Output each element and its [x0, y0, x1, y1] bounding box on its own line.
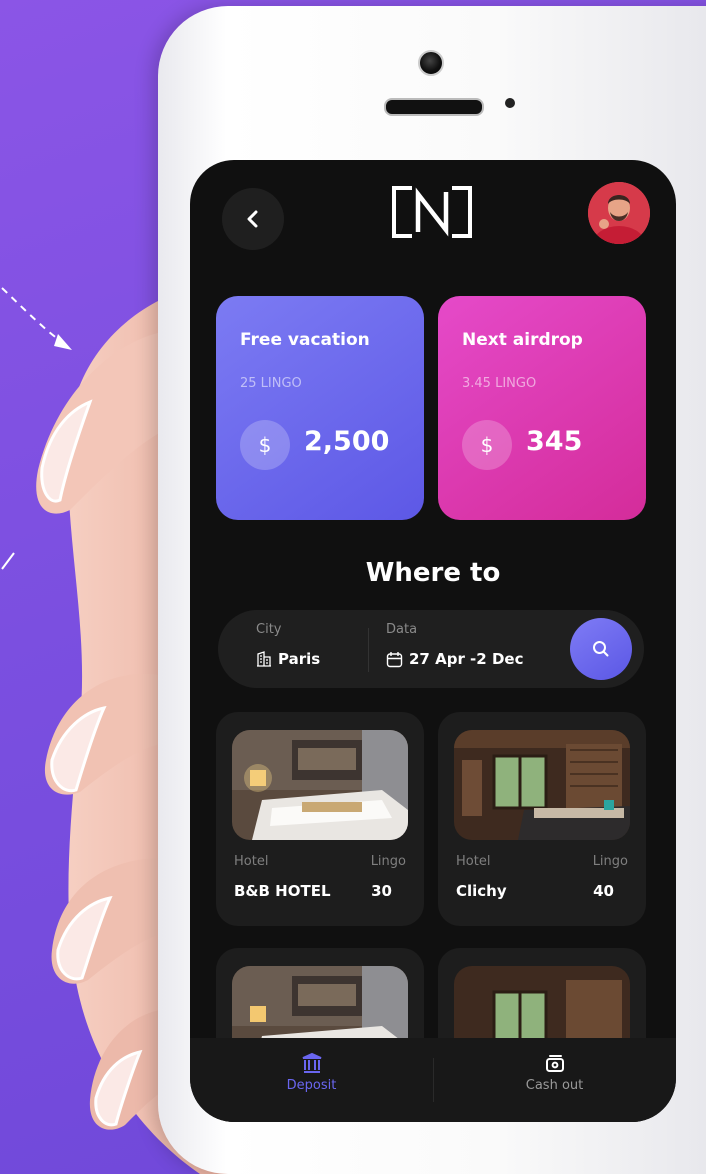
card-subtitle: 3.45 LINGO [462, 376, 537, 391]
city-label: City [256, 622, 282, 637]
proximity-sensor [505, 98, 515, 108]
nav-cash-out-label: Cash out [525, 1078, 584, 1093]
nav-cash-out[interactable]: Cash out [433, 1052, 676, 1093]
app-screen: Free vacation 25 LINGO $ 2,500 Next aird… [190, 160, 676, 1122]
next-airdrop-card[interactable]: Next airdrop 3.45 LINGO $ 345 [438, 296, 646, 520]
hotel-price-label: Lingo [592, 854, 628, 869]
dollar-icon: $ [462, 420, 512, 470]
card-amount: 345 [526, 426, 583, 457]
city-value: Paris [278, 650, 321, 668]
chevron-left-icon [247, 210, 258, 228]
dashed-line-decoration [1, 552, 15, 570]
n-logo-icon [392, 186, 472, 238]
search-bar: City Paris Data 27 Apr -2 Dec [218, 610, 644, 688]
hotel-card-bb-hotel[interactable]: Hotel Lingo B&B HOTEL 30 [216, 712, 424, 926]
search-button[interactable] [570, 618, 632, 680]
calendar-icon [386, 651, 403, 667]
city-field[interactable]: Paris [256, 650, 320, 668]
avatar-image [588, 182, 650, 244]
nav-deposit[interactable]: Deposit [190, 1052, 433, 1093]
user-avatar[interactable] [588, 182, 650, 244]
hotel-type-label: Hotel [456, 854, 491, 869]
section-title: Where to [365, 558, 501, 588]
dollar-icon: $ [240, 420, 290, 470]
hotel-type-label: Hotel [234, 854, 269, 869]
hotel-card-clichy[interactable]: Hotel Lingo Clichy 40 [438, 712, 646, 926]
bottom-navigation: Deposit Cash out [190, 1038, 676, 1122]
bank-icon [302, 1052, 321, 1073]
building-icon [257, 651, 271, 667]
hotel-name: Clichy [456, 882, 507, 900]
camera-icon [418, 50, 444, 76]
speaker-grille [384, 98, 484, 116]
cash-out-icon [545, 1055, 564, 1072]
card-title: Next airdrop [462, 330, 583, 350]
date-field[interactable]: 27 Apr -2 Dec [386, 650, 523, 668]
back-button[interactable] [222, 188, 284, 250]
hotel-price-label: Lingo [370, 854, 406, 869]
card-title: Free vacation [240, 330, 370, 350]
card-amount: 2,500 [304, 426, 390, 457]
date-label: Data [386, 622, 418, 637]
hotel-name: B&B HOTEL [234, 882, 331, 900]
hotel-price: 30 [371, 882, 392, 900]
hotel-image [454, 730, 630, 840]
date-value: 27 Apr -2 Dec [409, 650, 524, 668]
nav-deposit-label: Deposit [286, 1078, 337, 1093]
hotel-price: 40 [593, 882, 614, 900]
dashed-arrow-decoration [1, 287, 72, 350]
card-subtitle: 25 LINGO [240, 376, 302, 391]
search-icon [593, 641, 609, 657]
free-vacation-card[interactable]: Free vacation 25 LINGO $ 2,500 [216, 296, 424, 520]
search-divider [368, 628, 369, 672]
hotel-image [232, 730, 408, 840]
